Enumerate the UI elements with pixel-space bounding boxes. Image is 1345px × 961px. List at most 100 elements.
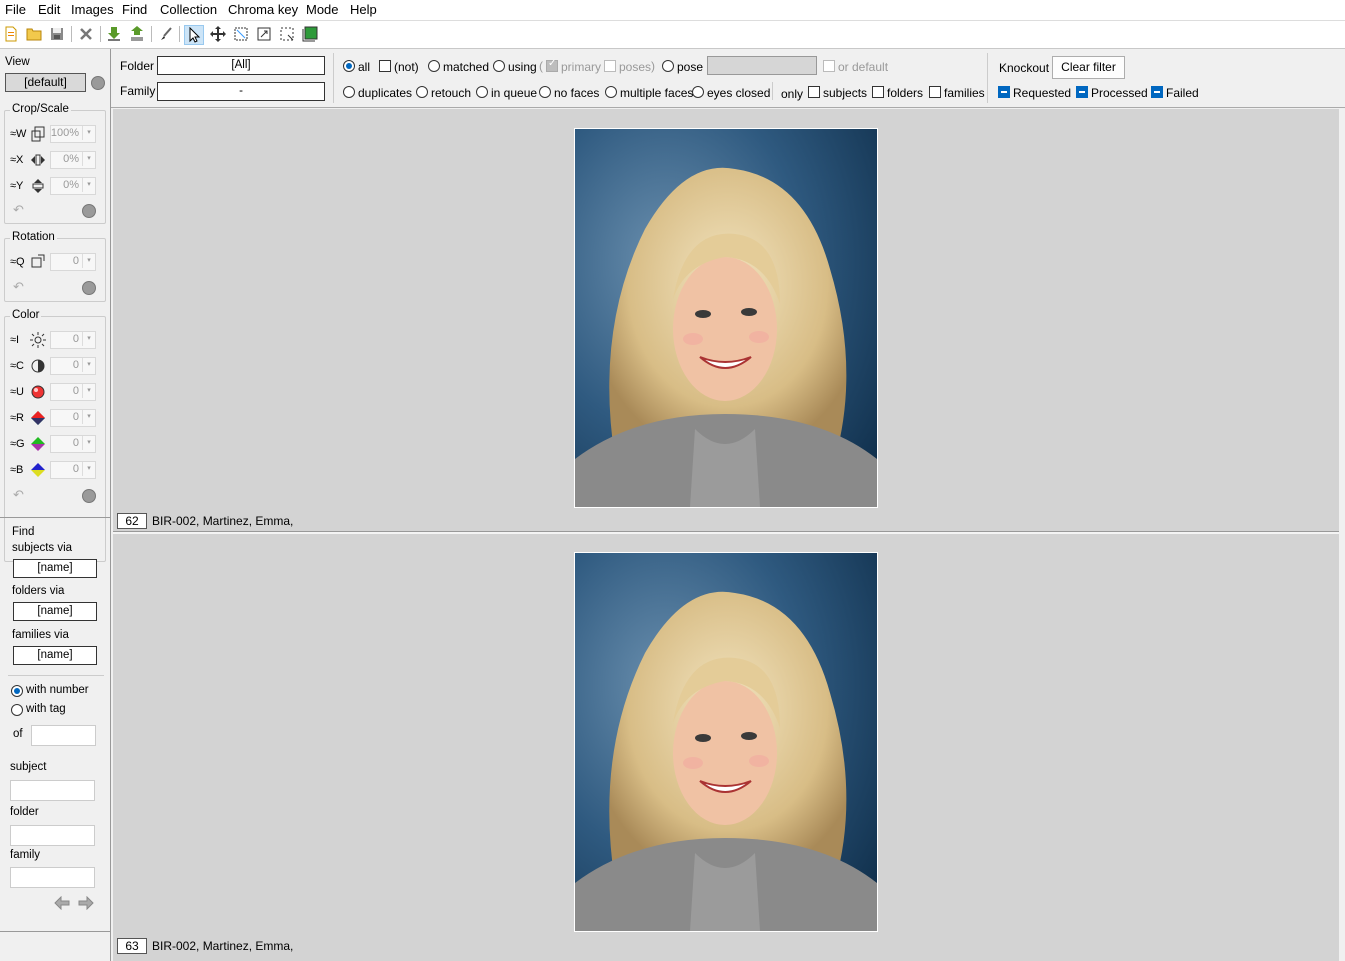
- color-i-key: ≈I: [10, 334, 19, 346]
- subject-field[interactable]: [10, 780, 95, 801]
- subjects-via-field[interactable]: [name]: [13, 559, 97, 578]
- next-arrow-icon[interactable]: [78, 896, 94, 910]
- matched-radio[interactable]: [428, 60, 440, 72]
- retouch-radio[interactable]: [416, 86, 428, 98]
- folders-checkbox[interactable]: [872, 86, 884, 98]
- toolbar-separator: [71, 26, 72, 42]
- knockout-label: Knockout: [999, 61, 1049, 75]
- pose-radio[interactable]: [662, 60, 674, 72]
- color-r-spinner[interactable]: 0▾: [50, 409, 96, 427]
- eyes-closed-radio[interactable]: [692, 86, 704, 98]
- select-region-icon[interactable]: [278, 25, 296, 43]
- color-u-spinner[interactable]: 0▾: [50, 383, 96, 401]
- image-number[interactable]: 62: [117, 513, 147, 529]
- poses-label: poses: [619, 60, 651, 74]
- delete-icon[interactable]: [77, 25, 95, 43]
- menu-edit[interactable]: Edit: [38, 2, 60, 17]
- color-undo-icon[interactable]: ↶: [13, 487, 24, 503]
- crop-tool-icon[interactable]: [232, 25, 250, 43]
- menu-help[interactable]: Help: [350, 2, 377, 17]
- menu-file[interactable]: File: [5, 2, 26, 17]
- portrait-photo[interactable]: [574, 552, 878, 932]
- previous-arrow-icon[interactable]: [54, 896, 70, 910]
- crop-y-spinner[interactable]: 0%▾: [50, 177, 96, 195]
- export-up-icon[interactable]: [128, 25, 146, 43]
- or-default-checkbox[interactable]: [823, 60, 835, 72]
- not-label: (not): [394, 60, 419, 74]
- chroma-key-icon[interactable]: [301, 25, 319, 43]
- folders-via-field[interactable]: [name]: [13, 602, 97, 621]
- width-scale-icon: [30, 126, 46, 142]
- family-field[interactable]: [10, 867, 95, 888]
- menu-collection[interactable]: Collection: [160, 2, 217, 17]
- portrait-photo[interactable]: [574, 128, 878, 508]
- using-radio[interactable]: [493, 60, 505, 72]
- import-down-icon[interactable]: [105, 25, 123, 43]
- color-i-spinner[interactable]: 0▾: [50, 331, 96, 349]
- save-icon[interactable]: [48, 25, 66, 43]
- all-radio[interactable]: [343, 60, 355, 72]
- color-b-spinner[interactable]: 0▾: [50, 461, 96, 479]
- duplicates-radio[interactable]: [343, 86, 355, 98]
- menu-mode[interactable]: Mode: [306, 2, 339, 17]
- subjects-checkbox[interactable]: [808, 86, 820, 98]
- not-checkbox[interactable]: [379, 60, 391, 72]
- folder-field[interactable]: [10, 825, 95, 846]
- folders-label: folders: [887, 86, 923, 100]
- color-c-key: ≈C: [10, 360, 24, 372]
- families-via-field[interactable]: [name]: [13, 646, 97, 665]
- rotation-spinner[interactable]: 0▾: [50, 253, 96, 271]
- image-pane[interactable]: 63 BIR-002, Martinez, Emma,: [113, 534, 1339, 961]
- poses-checkbox[interactable]: [604, 60, 616, 72]
- multiple-faces-radio[interactable]: [605, 86, 617, 98]
- rotation-undo-icon[interactable]: ↶: [13, 279, 24, 295]
- with-tag-radio[interactable]: [11, 704, 23, 716]
- crop-x-spinner[interactable]: 0%▾: [50, 151, 96, 169]
- subjects-label: subjects: [823, 86, 867, 100]
- new-file-icon[interactable]: [2, 25, 20, 43]
- with-number-radio[interactable]: [11, 685, 23, 697]
- multiple-faces-label: multiple faces: [620, 86, 693, 100]
- folder-label: folder: [10, 806, 39, 818]
- color-g-spinner[interactable]: 0▾: [50, 435, 96, 453]
- rotation-reset-icon[interactable]: [82, 281, 96, 295]
- menu-find[interactable]: Find: [122, 2, 147, 17]
- move-tool-icon[interactable]: [209, 25, 227, 43]
- family-selector[interactable]: -: [157, 82, 325, 101]
- processed-checkbox[interactable]: [1076, 86, 1088, 98]
- crop-w-spinner[interactable]: 100%▾: [50, 125, 96, 143]
- menu-chroma-key[interactable]: Chroma key: [228, 2, 298, 17]
- eyes-closed-label: eyes closed: [707, 86, 770, 100]
- color-c-spinner[interactable]: 0▾: [50, 357, 96, 375]
- of-field[interactable]: [31, 725, 96, 746]
- brush-icon[interactable]: [157, 25, 175, 43]
- subject-label: subject: [10, 761, 46, 773]
- view-reset-icon[interactable]: [91, 76, 105, 90]
- primary-checkbox[interactable]: ✓: [546, 60, 558, 72]
- color-reset-icon[interactable]: [82, 489, 96, 503]
- with-number-label: with number: [26, 684, 89, 696]
- families-checkbox[interactable]: [929, 86, 941, 98]
- green-channel-icon: [30, 436, 46, 452]
- scale-tool-icon[interactable]: [255, 25, 273, 43]
- crop-reset-icon[interactable]: [82, 204, 96, 218]
- open-folder-icon[interactable]: [25, 25, 43, 43]
- failed-checkbox[interactable]: [1151, 86, 1163, 98]
- image-caption: BIR-002, Martinez, Emma,: [152, 939, 293, 953]
- image-pane[interactable]: 62 BIR-002, Martinez, Emma,: [113, 109, 1339, 531]
- folder-selector[interactable]: [All]: [157, 56, 325, 75]
- crop-undo-icon[interactable]: ↶: [13, 202, 24, 218]
- paren-open: (: [539, 59, 543, 73]
- clear-filter-button[interactable]: Clear filter: [1052, 56, 1125, 79]
- menu-images[interactable]: Images: [71, 2, 114, 17]
- duplicates-label: duplicates: [358, 86, 412, 100]
- pose-input[interactable]: [707, 56, 817, 75]
- matched-label: matched: [443, 60, 489, 74]
- in-queue-radio[interactable]: [476, 86, 488, 98]
- pointer-tool-icon[interactable]: [184, 25, 204, 45]
- no-faces-radio[interactable]: [539, 86, 551, 98]
- view-selector[interactable]: [default]: [5, 73, 86, 92]
- color-title: Color: [10, 309, 41, 321]
- requested-checkbox[interactable]: [998, 86, 1010, 98]
- image-number[interactable]: 63: [117, 938, 147, 954]
